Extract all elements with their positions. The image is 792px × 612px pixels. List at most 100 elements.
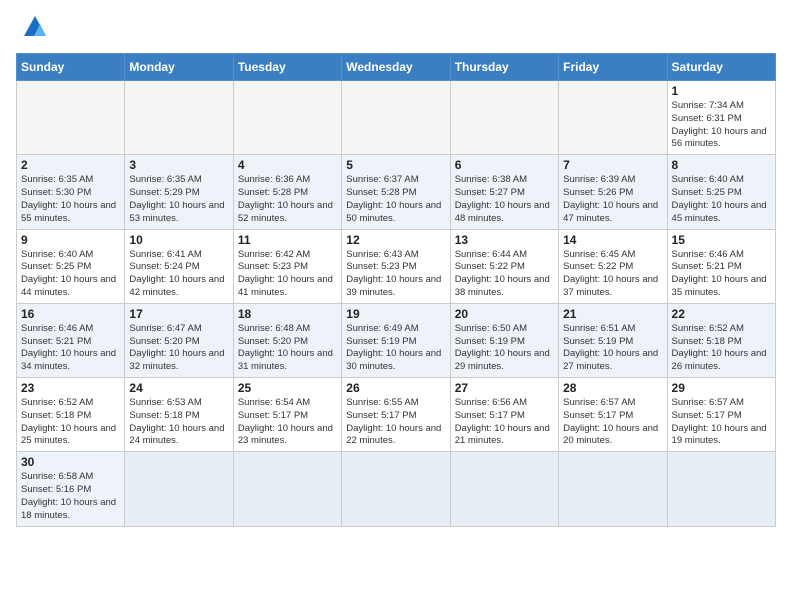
day-info: Sunrise: 6:38 AM Sunset: 5:27 PM Dayligh…	[455, 174, 554, 225]
day-cell	[233, 452, 341, 526]
day-info: Sunrise: 6:40 AM Sunset: 5:25 PM Dayligh…	[672, 174, 771, 225]
weekday-header-thursday: Thursday	[450, 54, 558, 81]
day-number: 18	[238, 307, 337, 321]
day-cell: 2 Sunrise: 6:35 AM Sunset: 5:30 PM Daylig…	[17, 155, 125, 229]
day-cell: 3 Sunrise: 6:35 AM Sunset: 5:29 PM Daylig…	[125, 155, 233, 229]
day-number: 27	[455, 381, 554, 395]
day-cell: 18 Sunrise: 6:48 AM Sunset: 5:20 PM Dayli…	[233, 303, 341, 377]
day-cell: 23 Sunrise: 6:52 AM Sunset: 5:18 PM Dayli…	[17, 378, 125, 452]
day-cell	[450, 452, 558, 526]
day-number: 8	[672, 158, 771, 172]
day-info: Sunrise: 6:49 AM Sunset: 5:19 PM Dayligh…	[346, 323, 445, 374]
day-cell: 28 Sunrise: 6:57 AM Sunset: 5:17 PM Dayli…	[559, 378, 667, 452]
day-cell: 11 Sunrise: 6:42 AM Sunset: 5:23 PM Dayli…	[233, 229, 341, 303]
day-cell: 14 Sunrise: 6:45 AM Sunset: 5:22 PM Dayli…	[559, 229, 667, 303]
day-number: 4	[238, 158, 337, 172]
day-cell: 4 Sunrise: 6:36 AM Sunset: 5:28 PM Daylig…	[233, 155, 341, 229]
day-cell: 24 Sunrise: 6:53 AM Sunset: 5:18 PM Dayli…	[125, 378, 233, 452]
day-cell: 26 Sunrise: 6:55 AM Sunset: 5:17 PM Dayli…	[342, 378, 450, 452]
day-info: Sunrise: 6:42 AM Sunset: 5:23 PM Dayligh…	[238, 249, 337, 300]
day-number: 3	[129, 158, 228, 172]
day-cell: 6 Sunrise: 6:38 AM Sunset: 5:27 PM Daylig…	[450, 155, 558, 229]
day-info: Sunrise: 7:34 AM Sunset: 6:31 PM Dayligh…	[672, 100, 771, 151]
day-cell	[559, 452, 667, 526]
day-number: 9	[21, 233, 120, 247]
day-info: Sunrise: 6:54 AM Sunset: 5:17 PM Dayligh…	[238, 397, 337, 448]
weekday-header-friday: Friday	[559, 54, 667, 81]
day-info: Sunrise: 6:53 AM Sunset: 5:18 PM Dayligh…	[129, 397, 228, 448]
day-number: 22	[672, 307, 771, 321]
day-cell: 22 Sunrise: 6:52 AM Sunset: 5:18 PM Dayli…	[667, 303, 775, 377]
day-cell	[450, 81, 558, 155]
day-number: 14	[563, 233, 662, 247]
week-row-6: 30 Sunrise: 6:58 AM Sunset: 5:16 PM Dayli…	[17, 452, 776, 526]
day-cell: 27Sunrise: 6:56 AM Sunset: 5:17 PM Dayli…	[450, 378, 558, 452]
day-cell: 1 Sunrise: 7:34 AM Sunset: 6:31 PM Daylig…	[667, 81, 775, 155]
day-number: 24	[129, 381, 228, 395]
day-number: 19	[346, 307, 445, 321]
day-info: Sunrise: 6:37 AM Sunset: 5:28 PM Dayligh…	[346, 174, 445, 225]
day-info: Sunrise: 6:52 AM Sunset: 5:18 PM Dayligh…	[21, 397, 120, 448]
day-info: Sunrise: 6:57 AM Sunset: 5:17 PM Dayligh…	[563, 397, 662, 448]
day-cell: 12 Sunrise: 6:43 AM Sunset: 5:23 PM Dayli…	[342, 229, 450, 303]
day-number: 11	[238, 233, 337, 247]
day-cell	[559, 81, 667, 155]
day-info: Sunrise: 6:35 AM Sunset: 5:29 PM Dayligh…	[129, 174, 228, 225]
day-cell	[342, 81, 450, 155]
day-number: 16	[21, 307, 120, 321]
weekday-header-saturday: Saturday	[667, 54, 775, 81]
day-number: 6	[455, 158, 554, 172]
day-info: Sunrise: 6:40 AM Sunset: 5:25 PM Dayligh…	[21, 249, 120, 300]
week-row-5: 23 Sunrise: 6:52 AM Sunset: 5:18 PM Dayli…	[17, 378, 776, 452]
day-info: Sunrise: 6:51 AM Sunset: 5:19 PM Dayligh…	[563, 323, 662, 374]
day-number: 13	[455, 233, 554, 247]
week-row-1: 1 Sunrise: 7:34 AM Sunset: 6:31 PM Daylig…	[17, 81, 776, 155]
weekday-header-row: SundayMondayTuesdayWednesdayThursdayFrid…	[17, 54, 776, 81]
logo-icon	[24, 16, 46, 36]
day-cell: 15 Sunrise: 6:46 AM Sunset: 5:21 PM Dayli…	[667, 229, 775, 303]
day-cell: 29 Sunrise: 6:57 AM Sunset: 5:17 PM Dayli…	[667, 378, 775, 452]
day-number: 12	[346, 233, 445, 247]
day-cell	[17, 81, 125, 155]
week-row-4: 16Sunrise: 6:46 AM Sunset: 5:21 PM Dayli…	[17, 303, 776, 377]
day-number: 28	[563, 381, 662, 395]
day-cell: 9 Sunrise: 6:40 AM Sunset: 5:25 PM Daylig…	[17, 229, 125, 303]
day-cell	[342, 452, 450, 526]
day-info: Sunrise: 6:55 AM Sunset: 5:17 PM Dayligh…	[346, 397, 445, 448]
header	[16, 16, 776, 41]
day-info: Sunrise: 6:57 AM Sunset: 5:17 PM Dayligh…	[672, 397, 771, 448]
day-info: Sunrise: 6:58 AM Sunset: 5:16 PM Dayligh…	[21, 471, 120, 522]
day-cell: 16Sunrise: 6:46 AM Sunset: 5:21 PM Dayli…	[17, 303, 125, 377]
day-info: Sunrise: 6:41 AM Sunset: 5:24 PM Dayligh…	[129, 249, 228, 300]
day-info: Sunrise: 6:36 AM Sunset: 5:28 PM Dayligh…	[238, 174, 337, 225]
day-info: Sunrise: 6:52 AM Sunset: 5:18 PM Dayligh…	[672, 323, 771, 374]
day-number: 23	[21, 381, 120, 395]
day-cell: 17Sunrise: 6:47 AM Sunset: 5:20 PM Dayli…	[125, 303, 233, 377]
day-info: Sunrise: 6:35 AM Sunset: 5:30 PM Dayligh…	[21, 174, 120, 225]
day-info: Sunrise: 6:48 AM Sunset: 5:20 PM Dayligh…	[238, 323, 337, 374]
day-number: 29	[672, 381, 771, 395]
day-info: Sunrise: 6:39 AM Sunset: 5:26 PM Dayligh…	[563, 174, 662, 225]
calendar: SundayMondayTuesdayWednesdayThursdayFrid…	[16, 53, 776, 527]
day-cell: 8 Sunrise: 6:40 AM Sunset: 5:25 PM Daylig…	[667, 155, 775, 229]
day-info: Sunrise: 6:46 AM Sunset: 5:21 PM Dayligh…	[672, 249, 771, 300]
day-info: Sunrise: 6:43 AM Sunset: 5:23 PM Dayligh…	[346, 249, 445, 300]
day-number: 26	[346, 381, 445, 395]
day-number: 2	[21, 158, 120, 172]
day-cell	[233, 81, 341, 155]
day-number: 1	[672, 84, 771, 98]
day-number: 15	[672, 233, 771, 247]
weekday-header-monday: Monday	[125, 54, 233, 81]
day-number: 17	[129, 307, 228, 321]
day-cell: 10 Sunrise: 6:41 AM Sunset: 5:24 PM Dayli…	[125, 229, 233, 303]
weekday-header-sunday: Sunday	[17, 54, 125, 81]
week-row-3: 9 Sunrise: 6:40 AM Sunset: 5:25 PM Daylig…	[17, 229, 776, 303]
day-info: Sunrise: 6:44 AM Sunset: 5:22 PM Dayligh…	[455, 249, 554, 300]
day-number: 21	[563, 307, 662, 321]
day-cell: 19 Sunrise: 6:49 AM Sunset: 5:19 PM Dayli…	[342, 303, 450, 377]
day-cell	[125, 452, 233, 526]
day-number: 10	[129, 233, 228, 247]
day-info: Sunrise: 6:45 AM Sunset: 5:22 PM Dayligh…	[563, 249, 662, 300]
week-row-2: 2 Sunrise: 6:35 AM Sunset: 5:30 PM Daylig…	[17, 155, 776, 229]
day-number: 30	[21, 455, 120, 469]
